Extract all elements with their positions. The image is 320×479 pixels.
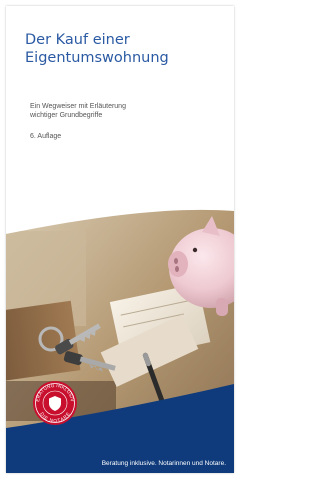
brochure-cover: Der Kauf einer Eigentumswohnung Ein Wegw… (6, 6, 234, 473)
notary-seal: BERATUNG INKLUSIVE DIE NOTARE (32, 380, 77, 425)
page: Der Kauf einer Eigentumswohnung Ein Wegw… (0, 0, 240, 479)
footer-tagline: Beratung inklusive. Notarinnen und Notar… (101, 460, 226, 467)
